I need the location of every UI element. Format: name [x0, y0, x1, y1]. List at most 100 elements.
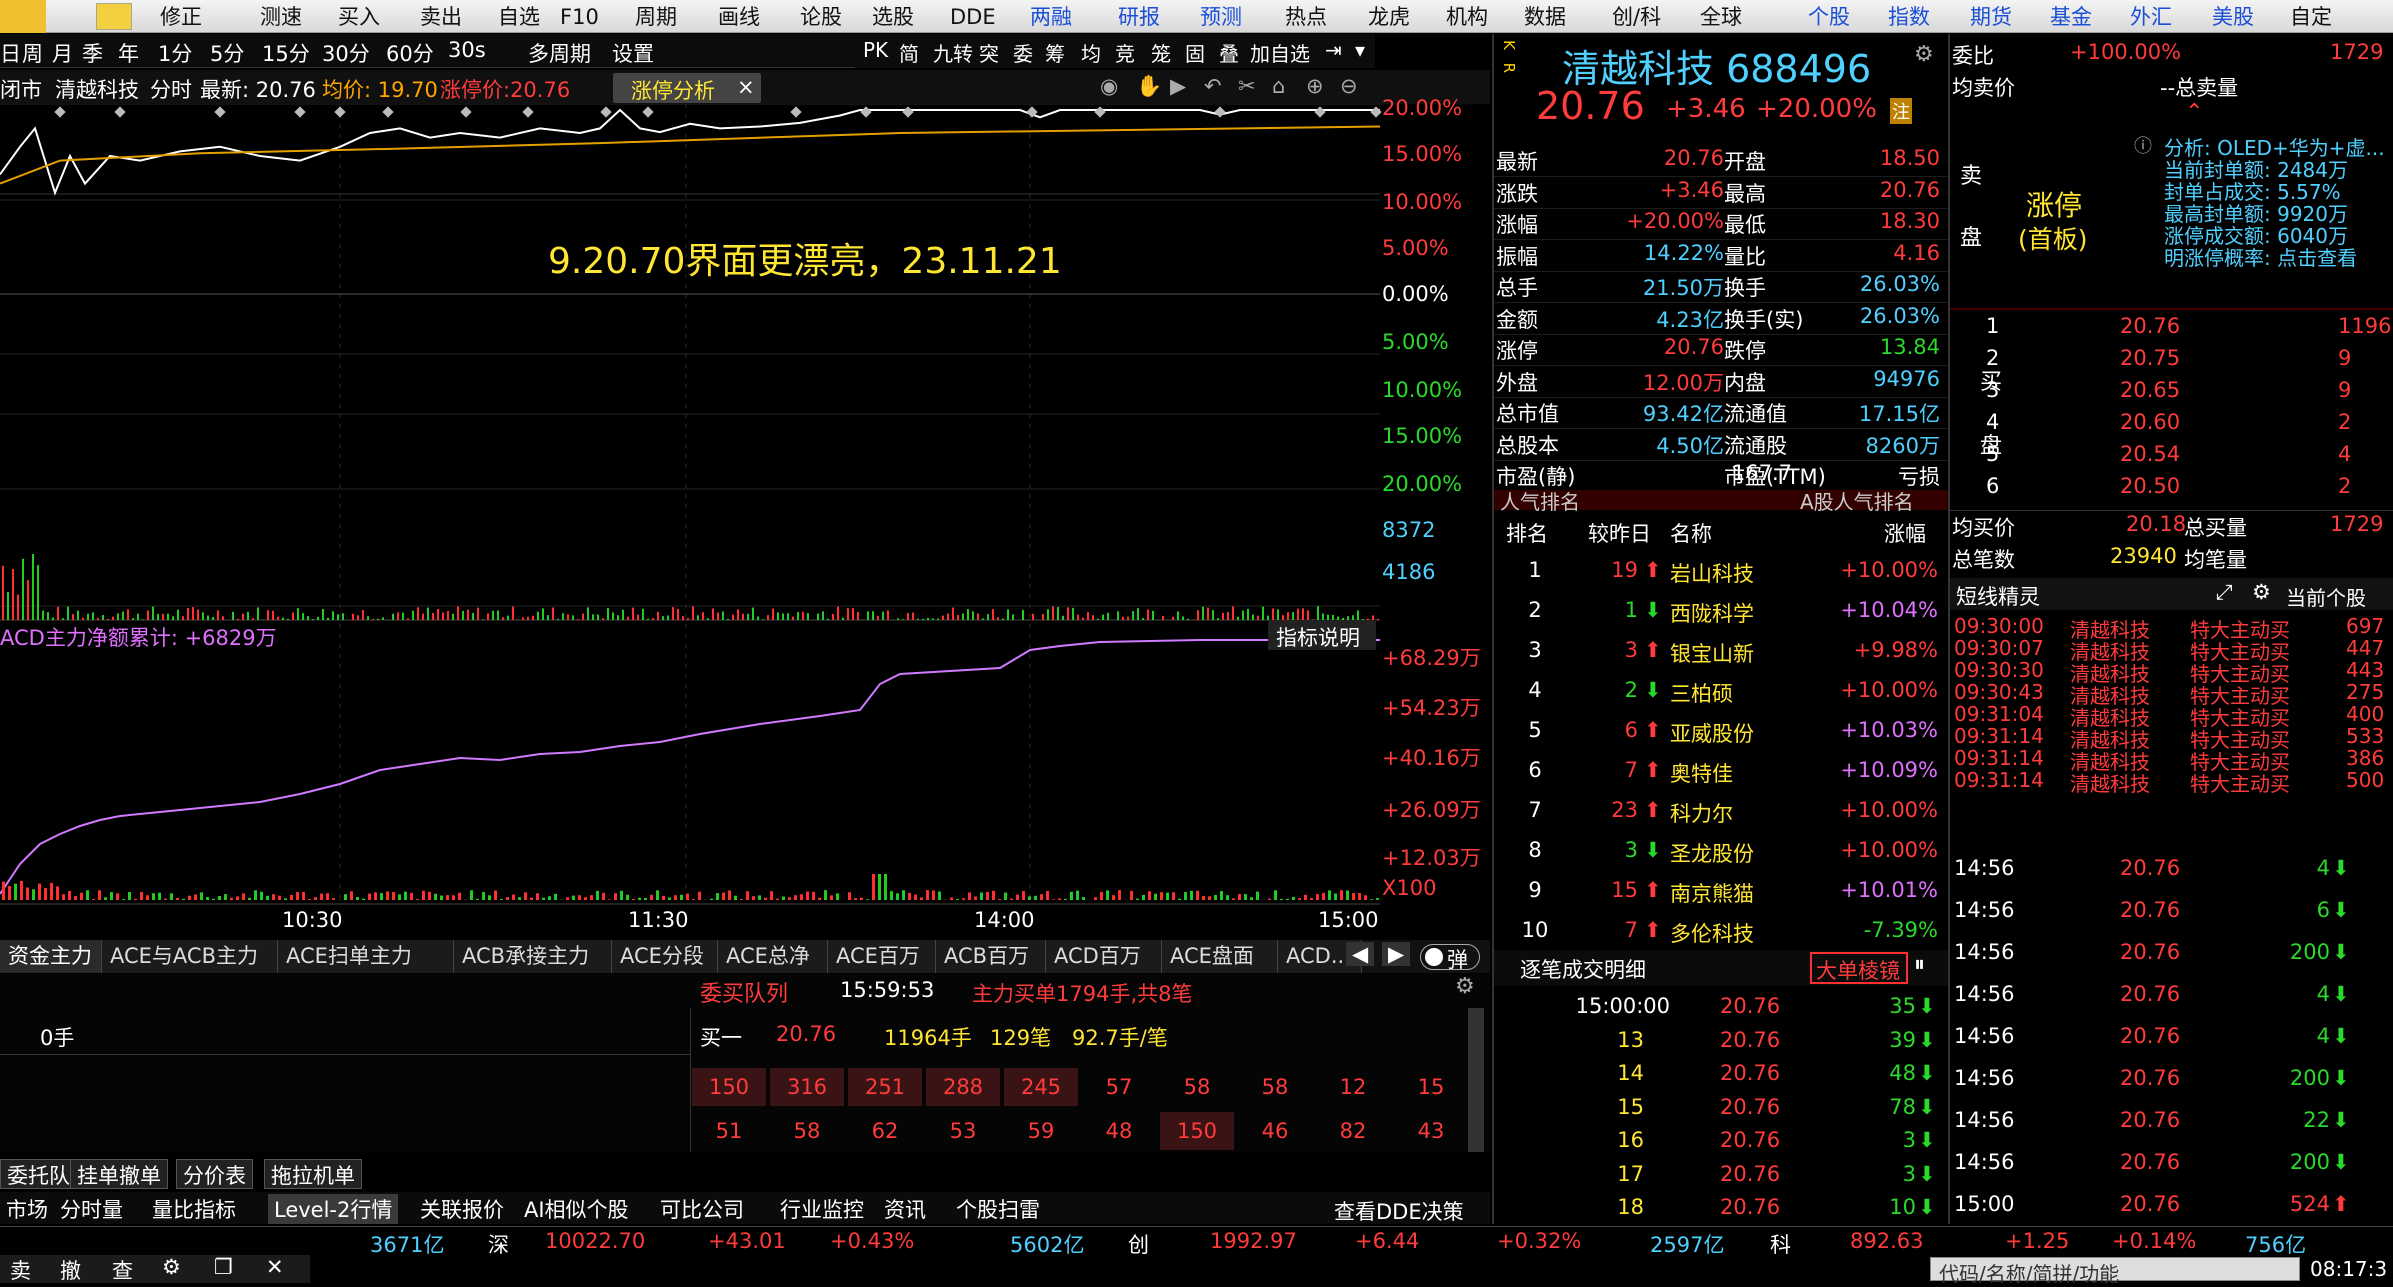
- pop-name[interactable]: 银宝山新: [1670, 638, 1754, 668]
- toolbar-item-23[interactable]: 基金: [2050, 2, 2092, 32]
- period-5[interactable]: 1分: [158, 38, 192, 68]
- tool-4[interactable]: 委: [1013, 38, 1033, 67]
- period-6[interactable]: 5分: [210, 38, 244, 68]
- dropdown-icon[interactable]: ▾: [1355, 38, 1365, 62]
- toolbar-item-24[interactable]: 外汇: [2130, 2, 2172, 32]
- tool-2[interactable]: 九转: [933, 38, 973, 67]
- period-2[interactable]: 月: [52, 38, 73, 68]
- indicator-tab-1[interactable]: ACE与ACB主力: [102, 940, 278, 973]
- indicator-tab-9[interactable]: ACE盘面: [1162, 940, 1278, 973]
- hand-icon[interactable]: ✋: [1136, 74, 1162, 99]
- pop-name[interactable]: 奥特佳: [1670, 758, 1733, 788]
- toolbar-item-25[interactable]: 美股: [2212, 2, 2254, 32]
- bottom-tab2-0[interactable]: 市场: [0, 1194, 54, 1224]
- period-9[interactable]: 60分: [386, 38, 434, 68]
- indicator-tab-8[interactable]: ACD百万: [1046, 940, 1162, 973]
- prism-button[interactable]: 大单棱镜: [1810, 952, 1908, 984]
- indicator-tab-4[interactable]: ACE分段: [612, 940, 718, 973]
- tool-10[interactable]: 叠: [1219, 38, 1239, 67]
- indicator-tab-7[interactable]: ACB百万: [936, 940, 1046, 973]
- pop-name[interactable]: 三柏硕: [1670, 678, 1733, 708]
- gear-icon[interactable]: ⚙: [1455, 974, 1475, 999]
- toolbar-item-14[interactable]: 热点: [1285, 2, 1327, 32]
- period-1[interactable]: 周: [22, 38, 43, 68]
- window-icon[interactable]: ❐: [214, 1255, 233, 1279]
- bottom-tab1-2[interactable]: 分价表: [176, 1159, 253, 1189]
- tool-5[interactable]: 筹: [1045, 38, 1065, 67]
- toolbar-item-3[interactable]: 卖出: [420, 2, 462, 32]
- bottom-tab2-7[interactable]: 行业监控: [774, 1194, 870, 1224]
- cancel-button[interactable]: 撤: [60, 1255, 81, 1285]
- toolbar-item-17[interactable]: 数据: [1524, 2, 1566, 32]
- gear-icon[interactable]: ⚙: [2252, 580, 2271, 604]
- toolbar-item-13[interactable]: 预测: [1200, 2, 1242, 32]
- pause-icon[interactable]: ⏸: [1914, 952, 1925, 977]
- period-10[interactable]: 30s: [448, 38, 486, 62]
- tool-7[interactable]: 竞: [1115, 38, 1135, 67]
- toolbar-item-26[interactable]: 自定: [2290, 2, 2332, 32]
- tool-0[interactable]: PK: [863, 38, 888, 62]
- toolbar-item-0[interactable]: 修正: [160, 2, 202, 32]
- zoom-in-icon[interactable]: ⊕: [1306, 74, 1324, 98]
- toolbar-item-1[interactable]: 测速: [260, 2, 302, 32]
- toolbar-item-12[interactable]: 研报: [1118, 2, 1160, 32]
- pop-name[interactable]: 科力尔: [1670, 798, 1733, 828]
- indicator-tab-5[interactable]: ACE总净: [718, 940, 828, 973]
- tool-9[interactable]: 固: [1185, 38, 1205, 67]
- close-icon[interactable]: ✕: [266, 1255, 284, 1279]
- period-4[interactable]: 年: [118, 38, 139, 68]
- toggle-switch[interactable]: 弹: [1420, 944, 1480, 970]
- period-12[interactable]: 设置: [612, 38, 654, 68]
- tool-3[interactable]: 突: [979, 38, 999, 67]
- pop-name[interactable]: 岩山科技: [1670, 558, 1754, 588]
- tool-11[interactable]: 加自选: [1250, 38, 1310, 67]
- bottom-tab2-6[interactable]: 可比公司: [654, 1194, 750, 1224]
- toolbar-item-6[interactable]: 周期: [635, 2, 677, 32]
- tool-8[interactable]: 笼: [1151, 38, 1171, 67]
- period-0[interactable]: 日: [0, 38, 21, 68]
- bottom-tab2-8[interactable]: 资讯: [878, 1194, 932, 1224]
- toolbar-item-2[interactable]: 买入: [338, 2, 380, 32]
- search-input[interactable]: 代码/名称/简拼/功能: [1930, 1257, 2300, 1281]
- toolbar-item-11[interactable]: 两融: [1030, 2, 1072, 32]
- current-stock-button[interactable]: 当前个股: [2286, 582, 2366, 611]
- tool-1[interactable]: 简: [899, 38, 919, 67]
- toolbar-item-22[interactable]: 期货: [1970, 2, 2012, 32]
- bottom-tab2-9[interactable]: 个股扫雷: [950, 1194, 1046, 1224]
- sell-button[interactable]: 卖: [10, 1255, 31, 1285]
- bottom-tab2-5[interactable]: AI相似个股: [518, 1194, 635, 1224]
- undo-icon[interactable]: ↶: [1204, 74, 1222, 98]
- toolbar-item-5[interactable]: F10: [560, 2, 599, 32]
- lock-icon[interactable]: ⌂: [1272, 74, 1285, 98]
- query-button[interactable]: 查: [112, 1255, 133, 1285]
- bottom-tab2-3[interactable]: Level-2行情: [268, 1194, 398, 1224]
- scissors-icon[interactable]: ✂: [1238, 74, 1256, 98]
- gear-icon[interactable]: ⚙: [1914, 42, 1934, 67]
- exit-icon[interactable]: ⇥: [1325, 38, 1342, 62]
- toolbar-item-7[interactable]: 画线: [718, 2, 760, 32]
- close-icon[interactable]: ×: [737, 75, 755, 99]
- toolbar-item-21[interactable]: 指数: [1888, 2, 1930, 32]
- toolbar-item-10[interactable]: DDE: [950, 2, 996, 32]
- pop-name[interactable]: 多伦科技: [1670, 918, 1754, 948]
- analysis-line-5[interactable]: 明涨停概率: 点击查看: [2164, 242, 2357, 271]
- limit-analysis-tab[interactable]: 涨停分析 ×: [613, 73, 761, 103]
- back-button[interactable]: [0, 0, 46, 33]
- toolbar-item-20[interactable]: 个股: [1808, 2, 1850, 32]
- bottom-tab1-3[interactable]: 拖拉机单: [264, 1159, 362, 1189]
- play-icon[interactable]: ▶: [1170, 74, 1186, 98]
- period-8[interactable]: 30分: [322, 38, 370, 68]
- prev-tab-arrow[interactable]: ◀: [1346, 942, 1374, 966]
- period-3[interactable]: 季: [82, 38, 103, 68]
- expand-icon[interactable]: ⤢: [2216, 580, 2233, 605]
- toolbar-item-8[interactable]: 论股: [800, 2, 842, 32]
- queue-scrollbar[interactable]: [1468, 1008, 1484, 1152]
- indicator-tab-2[interactable]: ACE扫单主力: [278, 940, 454, 973]
- eye-icon[interactable]: ◉: [1100, 74, 1118, 98]
- indicator-tab-3[interactable]: ACB承接主力: [454, 940, 612, 973]
- indicator-info-button[interactable]: 指标说明: [1268, 620, 1376, 650]
- period-7[interactable]: 15分: [262, 38, 310, 68]
- toolbar-item-15[interactable]: 龙虎: [1368, 2, 1410, 32]
- toolbar-item-4[interactable]: 自选: [498, 2, 540, 32]
- bottom-tab2-1[interactable]: 分时量: [54, 1194, 129, 1224]
